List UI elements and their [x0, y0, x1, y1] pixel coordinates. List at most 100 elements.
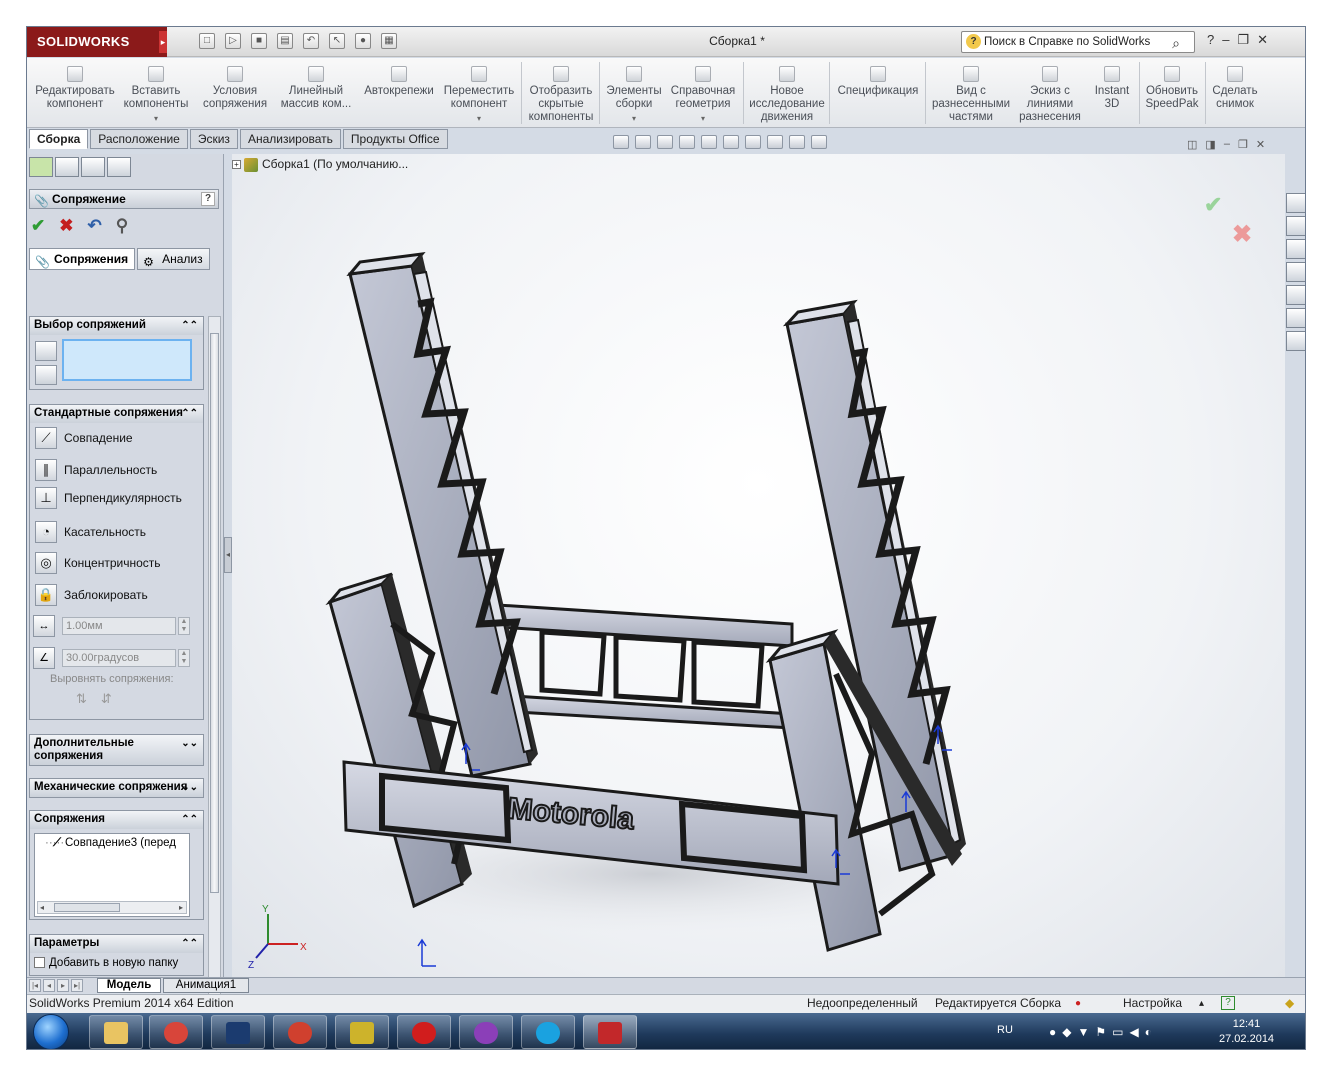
- undo-icon[interactable]: ↶: [88, 216, 102, 236]
- feature-tree-root[interactable]: + Сборка1 (По умолчанию...: [232, 157, 408, 172]
- confirm-cancel-icon[interactable]: ✖: [1232, 220, 1252, 249]
- tab-assembly[interactable]: Сборка: [29, 129, 89, 149]
- save-icon[interactable]: ■: [251, 33, 267, 49]
- taskbar-app-4[interactable]: [273, 1015, 327, 1049]
- angle-spinner[interactable]: ▲ ▼: [178, 649, 190, 667]
- next-tab-icon[interactable]: ▸: [57, 979, 69, 992]
- tag-icon[interactable]: ◆: [1285, 995, 1294, 1012]
- chevron-down-icon[interactable]: ▾: [121, 112, 191, 125]
- menu-arrow-icon[interactable]: ▸: [159, 31, 167, 53]
- tangent-mate-button[interactable]: ◔ Касательность: [32, 519, 202, 545]
- clock[interactable]: 12:41 27.02.2014: [1219, 1017, 1274, 1047]
- bom-button[interactable]: Спецификация: [833, 58, 923, 128]
- cancel-x-icon[interactable]: ✖: [59, 216, 73, 236]
- options-icon[interactable]: ▦: [381, 33, 397, 49]
- taskbar-app-solidworks[interactable]: [583, 1015, 637, 1049]
- search-icon[interactable]: ⌕: [1172, 33, 1180, 53]
- apply-scene-icon[interactable]: [789, 135, 805, 149]
- tab-animation[interactable]: Анимация1: [163, 978, 249, 993]
- tab-sketch[interactable]: Эскиз: [189, 129, 238, 149]
- hide-show-items-icon[interactable]: [745, 135, 761, 149]
- taskbar-app-ftp[interactable]: [335, 1015, 389, 1049]
- collapse-icon[interactable]: ⌃⌃: [181, 405, 198, 422]
- perpendicular-mate-button[interactable]: ⊥ Перпендикулярность: [32, 485, 202, 511]
- start-button[interactable]: [33, 1014, 69, 1049]
- tab-layout[interactable]: Расположение: [90, 129, 188, 149]
- mate-selections-header[interactable]: Выбор сопряжений ⌃⌃: [30, 317, 203, 335]
- show-hidden-components-button[interactable]: Отобразить скрытые компоненты: [525, 58, 597, 128]
- new-document-icon[interactable]: □: [199, 33, 215, 49]
- taskbar-app-picasa[interactable]: [459, 1015, 513, 1049]
- mate-selection-box[interactable]: [62, 339, 192, 381]
- viewport-expand-icon[interactable]: ◫: [1187, 138, 1197, 151]
- zoom-to-area-icon[interactable]: [635, 135, 651, 149]
- panel-splitter[interactable]: ◂: [224, 537, 232, 573]
- prev-tab-icon[interactable]: ◂: [43, 979, 55, 992]
- new-motion-study-button[interactable]: Новое исследование движения: [747, 58, 827, 128]
- add-to-folder-option[interactable]: Добавить в новую папку: [34, 957, 178, 969]
- lock-mate-button[interactable]: 🔒 Заблокировать: [32, 582, 202, 608]
- taskbar-app-explorer[interactable]: [89, 1015, 143, 1049]
- multiple-mate-icon[interactable]: [35, 365, 57, 385]
- taskbar-app-photoshop[interactable]: [211, 1015, 265, 1049]
- graphics-area[interactable]: Motorola Y X Z + Сборка1 (По умолчанию..…: [232, 154, 1285, 977]
- angle-field[interactable]: 30.00градусов: [62, 649, 176, 667]
- minimize-icon[interactable]: –: [1222, 32, 1229, 48]
- property-manager-tab-icon[interactable]: [55, 157, 79, 177]
- zoom-to-fit-icon[interactable]: [613, 135, 629, 149]
- parallel-mate-button[interactable]: ∥ Параллельность: [32, 457, 202, 483]
- exploded-view-button[interactable]: Вид с разнесенными частями: [929, 58, 1013, 128]
- assembly-features-button[interactable]: Элементы сборки ▾: [603, 58, 665, 128]
- collapse-icon[interactable]: ⌃⌃: [181, 811, 198, 828]
- distance-spinner[interactable]: ▲ ▼: [178, 617, 190, 635]
- viewport-close-icon[interactable]: ✕: [1256, 138, 1265, 151]
- pm-help-button[interactable]: ?: [201, 192, 215, 206]
- parameters-header[interactable]: Параметры ⌃⌃: [30, 935, 203, 953]
- taskbar-app-chrome[interactable]: [149, 1015, 203, 1049]
- align-buttons[interactable]: ⇅⇵: [76, 691, 126, 707]
- language-indicator[interactable]: RU: [997, 1024, 1013, 1036]
- linear-pattern-button[interactable]: Линейный массив ком...: [277, 58, 355, 128]
- undo-icon[interactable]: ↶: [303, 33, 319, 49]
- design-library-icon[interactable]: [1285, 239, 1305, 259]
- tab-model[interactable]: Модель: [97, 978, 161, 993]
- first-tab-icon[interactable]: |◂: [29, 979, 41, 992]
- help-menu-icon[interactable]: ?: [1207, 32, 1214, 48]
- angle-icon[interactable]: ∠: [33, 647, 55, 669]
- confirm-ok-icon[interactable]: ✔: [1204, 192, 1222, 218]
- distance-icon[interactable]: ↔: [33, 615, 55, 637]
- viewport-collapse-icon[interactable]: ◨: [1205, 138, 1215, 151]
- rebuild-icon[interactable]: ●: [355, 33, 371, 49]
- mechanical-mates-header[interactable]: Механические сопряжения ⌄⌄: [30, 779, 203, 797]
- view-palette-icon[interactable]: [1285, 285, 1305, 305]
- scroll-left-icon[interactable]: ◂: [40, 902, 44, 913]
- assembly-model[interactable]: Motorola Y X Z: [232, 154, 1285, 977]
- tab-office-products[interactable]: Продукты Office: [342, 129, 448, 149]
- move-component-button[interactable]: Переместить компонент ▾: [441, 58, 517, 128]
- tab-mates[interactable]: 📎 Сопряжения: [29, 248, 136, 270]
- advanced-mates-header[interactable]: Дополнительные сопряжения ⌄⌄: [30, 735, 203, 765]
- horizontal-scrollbar[interactable]: ◂ ▸: [37, 901, 187, 914]
- expand-icon[interactable]: ⌄⌄: [181, 737, 198, 750]
- list-item[interactable]: ····· ⟋ Совпадение3 (перед: [35, 834, 189, 852]
- standard-mates-header[interactable]: Стандартные сопряжения ⌃⌃: [30, 405, 203, 423]
- select-icon[interactable]: ↖: [329, 33, 345, 49]
- pushpin-icon[interactable]: ⚲: [116, 216, 128, 236]
- collapse-icon[interactable]: ⌃⌃: [181, 935, 198, 952]
- expand-icon[interactable]: ⌄⌄: [181, 779, 198, 796]
- coincident-mate-button[interactable]: ⟋ Совпадение: [32, 425, 202, 451]
- taskbar-app-skype[interactable]: [521, 1015, 575, 1049]
- expand-icon[interactable]: +: [232, 160, 241, 170]
- mates-header[interactable]: Сопряжения ⌃⌃: [30, 811, 203, 829]
- view-settings-icon[interactable]: [811, 135, 827, 149]
- print-icon[interactable]: ▤: [277, 33, 293, 49]
- add-to-folder-checkbox[interactable]: [34, 957, 45, 969]
- rebuild-status-icon[interactable]: ●: [1075, 995, 1081, 1012]
- take-snapshot-button[interactable]: Сделать снимок: [1207, 58, 1263, 128]
- file-explorer-icon[interactable]: [1285, 262, 1305, 282]
- edit-appearance-icon[interactable]: [767, 135, 783, 149]
- previous-view-icon[interactable]: [657, 135, 673, 149]
- tab-evaluate[interactable]: Анализировать: [239, 129, 341, 149]
- quick-help-button[interactable]: ?: [1221, 996, 1235, 1010]
- home-icon[interactable]: [1285, 216, 1305, 236]
